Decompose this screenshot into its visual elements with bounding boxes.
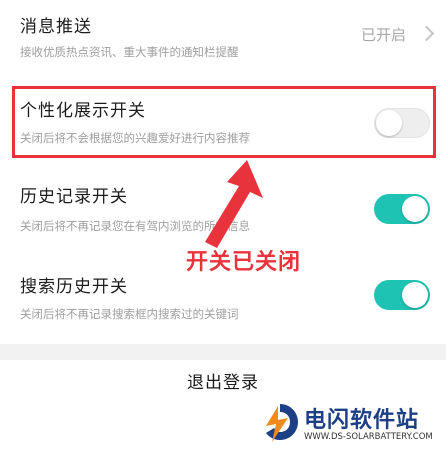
search-history-toggle[interactable] xyxy=(374,280,430,310)
watermark-logo-icon xyxy=(266,404,298,442)
annotation-label: 开关已关闭 xyxy=(186,250,302,275)
setting-row-push[interactable]: 消息推送 接收优质热点资讯、重大事件的通知栏提醒 已开启 xyxy=(0,0,446,82)
arrow-icon xyxy=(205,160,263,248)
push-title: 消息推送 xyxy=(20,17,92,37)
toggle-knob xyxy=(402,282,428,308)
toggle-knob xyxy=(402,196,428,222)
watermark-name: 电闪软件站 xyxy=(304,408,420,433)
search-history-desc: 关闭后将不再记录搜索框内搜索过的关键词 xyxy=(20,307,239,321)
chevron-right-icon xyxy=(418,25,435,42)
push-status: 已开启 xyxy=(360,26,406,44)
watermark: 电闪软件站 WWW.DS-SOLARBATTERY.COM xyxy=(250,396,446,451)
history-toggle[interactable] xyxy=(374,194,430,224)
section-divider xyxy=(0,344,446,360)
highlight-box xyxy=(12,86,436,158)
history-title: 历史记录开关 xyxy=(20,187,128,207)
setting-row-search-history: 搜索历史开关 关闭后将不再记录搜索框内搜索过的关键词 xyxy=(0,266,446,340)
watermark-url: WWW.DS-SOLARBATTERY.COM xyxy=(304,432,433,442)
search-history-title: 搜索历史开关 xyxy=(20,277,128,297)
push-desc: 接收优质热点资讯、重大事件的通知栏提醒 xyxy=(20,45,239,59)
